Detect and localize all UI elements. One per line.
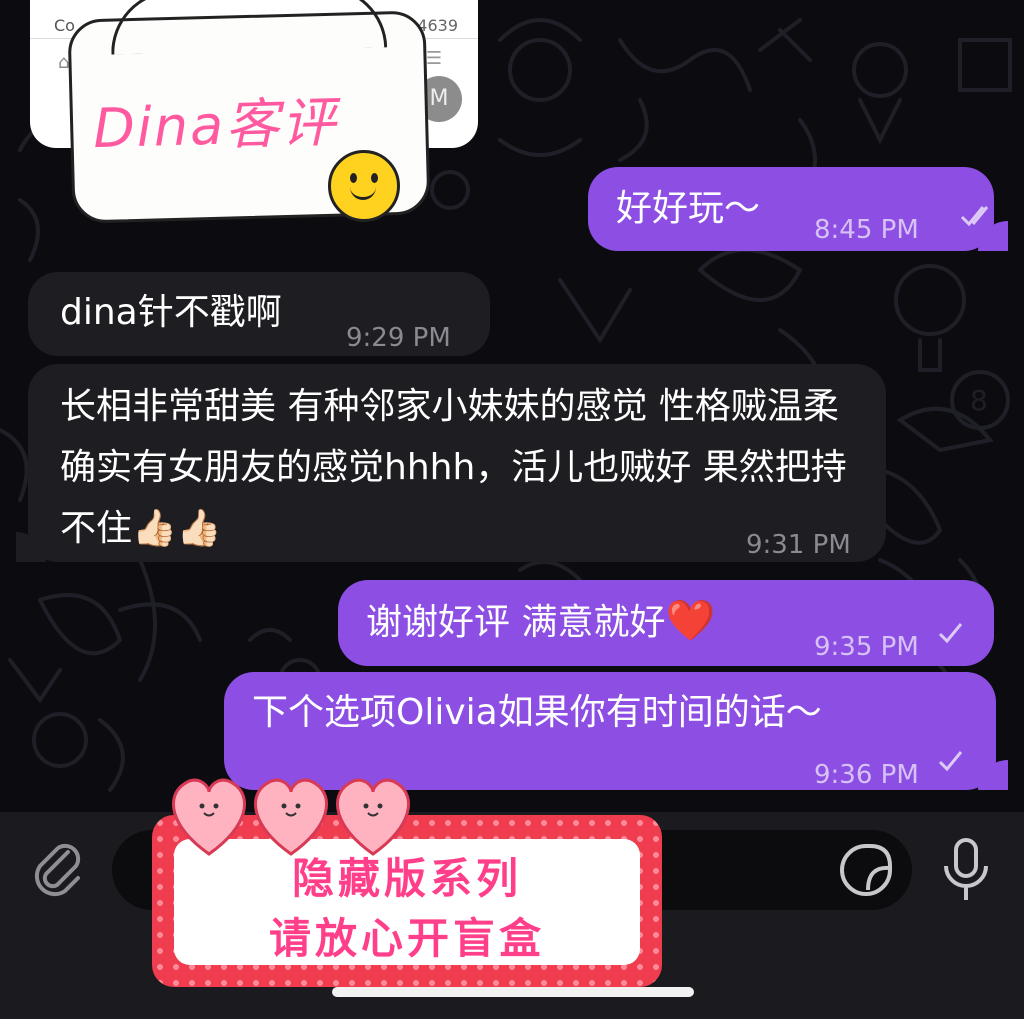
microphone-icon[interactable] — [940, 836, 992, 904]
message-text-block: 谢谢好评 满意就好❤️ — [366, 592, 715, 652]
quoted-prefix-text: Co — [54, 16, 75, 35]
message-bubble-incoming[interactable]: dina针不戳啊 9:29 PM — [28, 272, 490, 356]
message-bubble-outgoing[interactable]: 谢谢好评 满意就好❤️ 9:35 PM — [338, 580, 994, 666]
message-time: 9:35 PM — [814, 632, 919, 662]
sticker-icon[interactable] — [838, 842, 894, 898]
message-time: 9:31 PM — [746, 530, 851, 560]
check-icon — [938, 623, 963, 644]
double-check-icon — [960, 206, 989, 227]
paperclip-icon[interactable] — [28, 838, 88, 898]
message-time: 9:36 PM — [814, 760, 919, 790]
home-indicator — [332, 987, 694, 997]
thumbs-up-emoji: 👍🏻👍🏻 — [132, 508, 222, 549]
message-text: 好好玩～ — [616, 188, 761, 229]
sticker-hanger — [109, 0, 388, 55]
bubble-tail — [16, 532, 46, 562]
svg-text:8: 8 — [970, 384, 988, 417]
check-icon — [938, 751, 963, 772]
menu-icon: ☰ — [425, 48, 442, 69]
blind-box-line2: 请放心开盲盒 — [268, 914, 545, 963]
heart-emoji: ❤️ — [665, 598, 716, 644]
bubble-tail — [978, 760, 1008, 790]
message-bubble-incoming[interactable]: 长相非常甜美 有种邻家小妹妹的感觉 性格贼温柔 确实有女朋友的感觉hhhh，活儿… — [16, 364, 886, 562]
message-text: dina针不戳啊 — [60, 292, 282, 333]
hearts-decoration — [171, 778, 411, 856]
sticker-title: Dina客评 — [92, 90, 338, 161]
smiley-icon — [328, 150, 400, 222]
message-time: 8:45 PM — [814, 215, 919, 245]
message-time: 9:29 PM — [346, 323, 451, 353]
message-bubble-outgoing[interactable]: 好好玩～ 8:45 PM — [588, 167, 1008, 251]
message-text: 下个选项Olivia如果你有时间的话～ — [252, 692, 822, 733]
message-text: 谢谢好评 满意就好 — [366, 602, 666, 643]
